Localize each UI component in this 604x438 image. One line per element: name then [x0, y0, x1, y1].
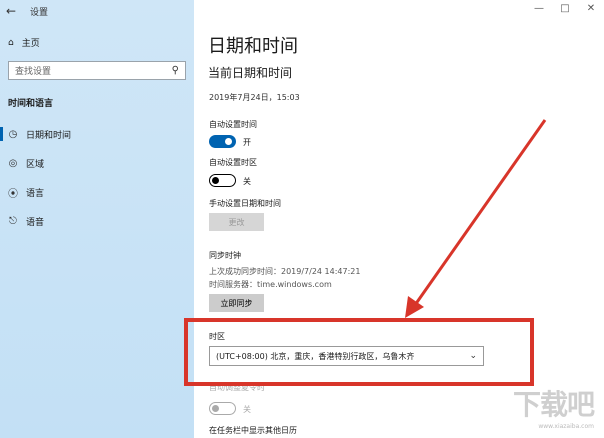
close-icon[interactable]: ✕ [578, 0, 604, 20]
sync-now-button[interactable]: 立即同步 [209, 294, 264, 312]
last-sync-text: 上次成功同步时间：2019/7/24 14:47:21 [209, 267, 361, 276]
current-datetime: 2019年7月24日，15:03 [209, 93, 300, 102]
language-icon: ⦿ [8, 188, 18, 200]
section-title: 当前日期和时间 [208, 66, 293, 80]
sidebar-item-language[interactable]: ⦿ 语言 [0, 181, 194, 203]
maximize-icon[interactable]: □ [552, 0, 578, 20]
title-bar: ← 设置 [0, 0, 194, 22]
search-input[interactable]: 查找设置 ⚲ [8, 61, 186, 80]
watermark-url: www.xiazaiba.com [538, 423, 594, 430]
dst-state: 关 [243, 405, 251, 414]
sidebar: ← 设置 ⌂ 主页 查找设置 ⚲ 时间和语言 ◷ 日期和时间 ◎ 区域 ⦿ 语言… [0, 0, 194, 438]
sync-title: 同步时钟 [209, 251, 241, 260]
auto-time-state: 开 [243, 138, 251, 147]
nav-group-label: 时间和语言 [8, 99, 54, 109]
minimize-icon[interactable]: — [526, 0, 552, 20]
sidebar-item-date-time[interactable]: ◷ 日期和时间 [0, 123, 194, 145]
sidebar-item-label: 区域 [26, 159, 45, 170]
auto-time-label: 自动设置时间 [209, 120, 257, 129]
home-icon: ⌂ [8, 37, 14, 48]
page-title: 日期和时间 [208, 36, 298, 57]
sidebar-item-region[interactable]: ◎ 区域 [0, 152, 194, 174]
auto-timezone-label: 自动设置时区 [209, 158, 257, 167]
other-calendar-label: 在任务栏中显示其他日历 [209, 426, 297, 435]
sidebar-item-label: 日期和时间 [26, 130, 72, 141]
sidebar-item-label: 语言 [26, 188, 45, 199]
time-server-text: 时间服务器：time.windows.com [209, 280, 332, 289]
manual-set-label: 手动设置日期和时间 [209, 199, 281, 208]
watermark-logo: 下载吧 [512, 388, 595, 421]
auto-timezone-state: 关 [243, 177, 251, 186]
clock-icon: ◷ [8, 128, 18, 140]
change-button[interactable]: 更改 [209, 213, 264, 231]
auto-timezone-toggle[interactable] [209, 174, 236, 187]
dst-toggle[interactable] [209, 402, 236, 415]
watermark: 下载吧 www.xiazaiba.com [512, 383, 595, 430]
sidebar-item-speech[interactable]: ⎋ 语音 [0, 210, 194, 232]
auto-time-toggle[interactable] [209, 135, 236, 148]
back-arrow-icon[interactable]: ← [0, 0, 22, 22]
search-placeholder: 查找设置 [15, 67, 52, 77]
app-title: 设置 [30, 7, 49, 18]
search-icon[interactable]: ⚲ [172, 65, 179, 76]
microphone-icon: ⎋ [9, 215, 17, 227]
globe-icon: ◎ [8, 157, 18, 169]
timezone-highlight-box [184, 318, 534, 386]
home-nav[interactable]: ⌂ 主页 [8, 36, 40, 50]
window-controls: — □ ✕ [526, 0, 604, 20]
sidebar-item-label: 语音 [26, 217, 45, 228]
home-label: 主页 [21, 39, 40, 49]
